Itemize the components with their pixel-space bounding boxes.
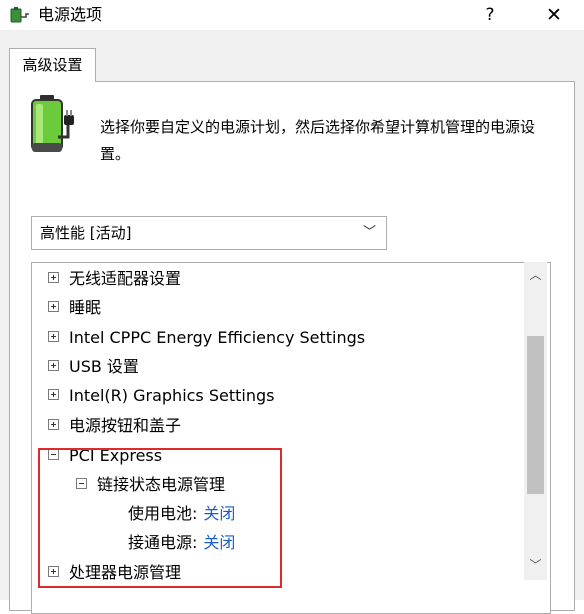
expand-plus-icon[interactable]	[48, 331, 59, 342]
power-plan-selected-value: 高性能 [活动]	[40, 224, 132, 242]
chevron-down-icon: ﹀	[362, 225, 376, 240]
tree-item-intel-cppc[interactable]: Intel CPPC Energy Efficiency Settings	[48, 324, 365, 352]
tab-advanced-settings[interactable]: 高级设置	[9, 48, 96, 82]
description-text: 选择你要自定义的电源计划，然后选择你希望计算机管理的电源设置。	[100, 118, 536, 163]
highlight-box	[38, 448, 282, 588]
scroll-thumb[interactable]	[527, 336, 544, 494]
battery-plug-icon	[31, 95, 74, 152]
title-bar: 电源选项 ? ✕	[0, 0, 584, 30]
tree-item-sleep[interactable]: 睡眠	[48, 294, 101, 322]
tree-item-intel-graphics[interactable]: Intel(R) Graphics Settings	[48, 382, 274, 410]
dialog-body: 高级设置 选择你要自定义的电源计划，然后选择你希望计算机管理的电源设置。 高性能…	[0, 30, 584, 614]
close-button[interactable]: ✕	[532, 0, 576, 30]
help-button[interactable]: ?	[470, 0, 510, 30]
power-plan-select[interactable]: 高性能 [活动] ﹀	[31, 216, 387, 250]
tree-item-wireless-adapter[interactable]: 无线适配器设置	[48, 265, 181, 293]
scroll-up-icon[interactable]: ︿	[524, 262, 547, 288]
expand-plus-icon[interactable]	[48, 272, 59, 283]
tree-item-power-buttons-lid[interactable]: 电源按钮和盖子	[48, 412, 181, 440]
power-options-icon	[10, 7, 29, 23]
scroll-down-icon[interactable]: ﹀	[524, 552, 547, 578]
window-title: 电源选项	[38, 5, 103, 24]
tree-scrollbar[interactable]: ︿ ﹀	[524, 262, 547, 580]
expand-plus-icon[interactable]	[48, 389, 59, 400]
expand-plus-icon[interactable]	[48, 360, 59, 371]
expand-plus-icon[interactable]	[48, 301, 59, 312]
expand-plus-icon[interactable]	[48, 419, 59, 430]
tree-item-usb-settings[interactable]: USB 设置	[48, 353, 139, 381]
